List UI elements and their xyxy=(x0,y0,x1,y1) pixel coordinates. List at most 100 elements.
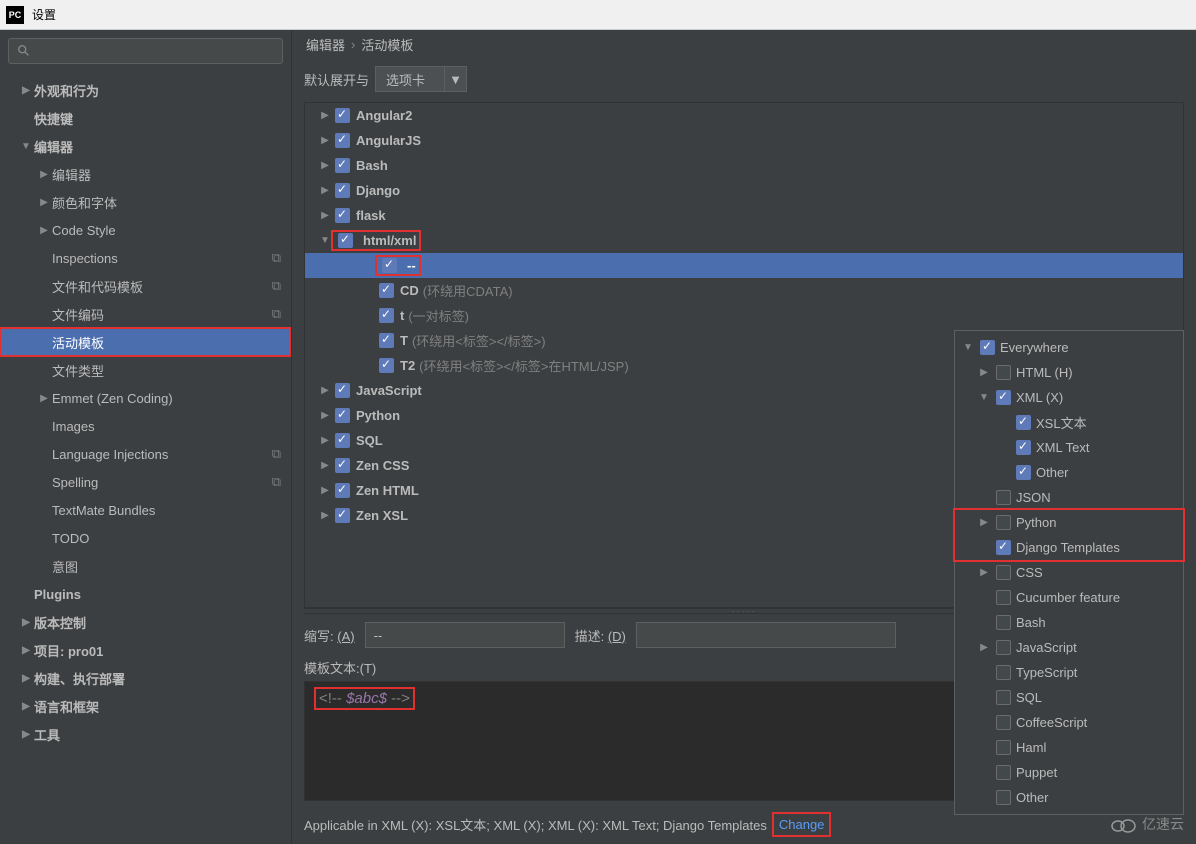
template-checkbox[interactable] xyxy=(335,208,350,223)
sidebar-item[interactable]: ▶Emmet (Zen Coding) xyxy=(0,384,291,412)
settings-tree[interactable]: ▶外观和行为快捷键▼编辑器▶编辑器▶颜色和字体▶Code StyleInspec… xyxy=(0,72,291,844)
sidebar-item[interactable]: TODO xyxy=(0,524,291,552)
sidebar-item[interactable]: Inspections⧉ xyxy=(0,244,291,272)
template-checkbox[interactable] xyxy=(335,408,350,423)
sidebar-item[interactable]: 文件类型 xyxy=(0,356,291,384)
template-checkbox[interactable] xyxy=(338,233,353,248)
context-checkbox[interactable] xyxy=(996,540,1011,555)
desc-input[interactable] xyxy=(636,622,896,648)
chevron-down-icon[interactable]: ▼ xyxy=(445,66,467,92)
template-item[interactable]: ▶flask xyxy=(305,203,1183,228)
template-item[interactable]: ▶Django xyxy=(305,178,1183,203)
template-checkbox[interactable] xyxy=(379,333,394,348)
sidebar-item[interactable]: ▶外观和行为 xyxy=(0,76,291,104)
context-item[interactable]: ▼XML (X) xyxy=(955,385,1183,410)
template-item[interactable]: t(一对标签) xyxy=(305,303,1183,328)
template-checkbox[interactable] xyxy=(379,283,394,298)
sidebar-item[interactable]: 活动模板 xyxy=(0,328,291,356)
template-item[interactable]: ▶Bash xyxy=(305,153,1183,178)
sidebar-item[interactable]: ▼编辑器 xyxy=(0,132,291,160)
context-checkbox[interactable] xyxy=(996,665,1011,680)
context-panel[interactable]: ▼Everywhere▶HTML (H)▼XML (X)XSL文本XML Tex… xyxy=(954,330,1184,815)
context-item[interactable]: Django Templates xyxy=(955,535,1183,560)
sidebar-item[interactable]: ▶构建、执行部署 xyxy=(0,664,291,692)
context-checkbox[interactable] xyxy=(996,365,1011,380)
sidebar-item[interactable]: ▶版本控制 xyxy=(0,608,291,636)
template-checkbox[interactable] xyxy=(335,183,350,198)
template-checkbox[interactable] xyxy=(379,308,394,323)
template-checkbox[interactable] xyxy=(335,483,350,498)
search-input[interactable] xyxy=(8,38,283,64)
context-item[interactable]: Other xyxy=(955,785,1183,810)
context-checkbox[interactable] xyxy=(1016,465,1031,480)
context-label: Other xyxy=(1016,790,1049,805)
template-checkbox[interactable] xyxy=(382,258,397,273)
context-checkbox[interactable] xyxy=(996,740,1011,755)
context-item[interactable]: JSON xyxy=(955,485,1183,510)
sidebar-item[interactable]: TextMate Bundles xyxy=(0,496,291,524)
context-checkbox[interactable] xyxy=(996,715,1011,730)
context-item[interactable]: ▶CSS xyxy=(955,560,1183,585)
context-item[interactable]: CoffeeScript xyxy=(955,710,1183,735)
context-item[interactable]: ▶JavaScript xyxy=(955,635,1183,660)
sidebar-item[interactable]: ▶语言和框架 xyxy=(0,692,291,720)
context-checkbox[interactable] xyxy=(1016,440,1031,455)
breadcrumb-item[interactable]: 编辑器 xyxy=(306,35,345,54)
sidebar-item[interactable]: ▶颜色和字体 xyxy=(0,188,291,216)
context-item[interactable]: SQL xyxy=(955,685,1183,710)
template-item[interactable]: ▶Angular2 xyxy=(305,103,1183,128)
template-item[interactable]: ▼html/xml xyxy=(305,228,1183,253)
context-checkbox[interactable] xyxy=(996,615,1011,630)
context-item[interactable]: ▼Everywhere xyxy=(955,335,1183,360)
sidebar-item[interactable]: Images xyxy=(0,412,291,440)
context-item[interactable]: ▶Python xyxy=(955,510,1183,535)
sidebar-item[interactable]: Spelling⧉ xyxy=(0,468,291,496)
context-item[interactable]: XSL文本 xyxy=(955,410,1183,435)
sidebar-item[interactable]: ▶编辑器 xyxy=(0,160,291,188)
template-checkbox[interactable] xyxy=(335,433,350,448)
context-checkbox[interactable] xyxy=(996,515,1011,530)
context-checkbox[interactable] xyxy=(996,690,1011,705)
context-item[interactable]: TypeScript xyxy=(955,660,1183,685)
context-checkbox[interactable] xyxy=(996,565,1011,580)
template-checkbox[interactable] xyxy=(335,108,350,123)
context-checkbox[interactable] xyxy=(996,390,1011,405)
context-item[interactable]: Puppet xyxy=(955,760,1183,785)
context-checkbox[interactable] xyxy=(996,765,1011,780)
sidebar-item[interactable]: ▶项目: pro01 xyxy=(0,636,291,664)
context-item[interactable]: ▶HTML (H) xyxy=(955,360,1183,385)
sidebar-item[interactable]: 文件编码⧉ xyxy=(0,300,291,328)
sidebar-item[interactable]: ▶工具 xyxy=(0,720,291,748)
context-checkbox[interactable] xyxy=(996,490,1011,505)
sidebar-item[interactable]: 文件和代码模板⧉ xyxy=(0,272,291,300)
change-link[interactable]: Change xyxy=(773,813,831,836)
context-checkbox[interactable] xyxy=(996,640,1011,655)
context-item[interactable]: Other xyxy=(955,460,1183,485)
context-item[interactable]: Cucumber feature xyxy=(955,585,1183,610)
template-item[interactable]: -- xyxy=(305,253,1183,278)
context-item[interactable]: Haml xyxy=(955,735,1183,760)
expand-combo[interactable]: 选项卡 ▼ xyxy=(375,66,467,92)
sidebar-item[interactable]: 意图 xyxy=(0,552,291,580)
sidebar-item[interactable]: Language Injections⧉ xyxy=(0,440,291,468)
context-checkbox[interactable] xyxy=(996,590,1011,605)
template-checkbox[interactable] xyxy=(335,383,350,398)
template-hint: (一对标签) xyxy=(408,306,469,325)
template-item[interactable]: CD(环绕用CDATA) xyxy=(305,278,1183,303)
context-checkbox[interactable] xyxy=(1016,415,1031,430)
sidebar-item[interactable]: 快捷键 xyxy=(0,104,291,132)
breadcrumb-item[interactable]: 活动模板 xyxy=(361,35,413,54)
context-item[interactable]: Bash xyxy=(955,610,1183,635)
abbr-input[interactable] xyxy=(365,622,565,648)
template-item[interactable]: ▶AngularJS xyxy=(305,128,1183,153)
template-checkbox[interactable] xyxy=(335,458,350,473)
context-checkbox[interactable] xyxy=(996,790,1011,805)
sidebar-item[interactable]: Plugins xyxy=(0,580,291,608)
template-checkbox[interactable] xyxy=(379,358,394,373)
sidebar-item[interactable]: ▶Code Style xyxy=(0,216,291,244)
template-checkbox[interactable] xyxy=(335,133,350,148)
context-checkbox[interactable] xyxy=(980,340,995,355)
template-checkbox[interactable] xyxy=(335,508,350,523)
context-item[interactable]: XML Text xyxy=(955,435,1183,460)
template-checkbox[interactable] xyxy=(335,158,350,173)
